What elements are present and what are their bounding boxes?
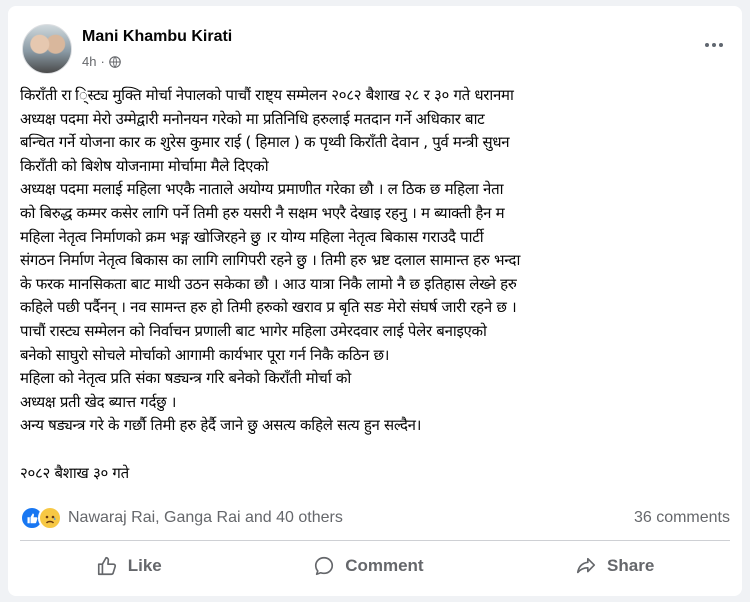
reactions-bar: Nawaraj Rai, Ganga Rai and 40 others 36 … — [20, 503, 730, 533]
post-body-line: कहिले पछी पर्दैनन् । नव सामन्त हरु हो ति… — [20, 298, 517, 317]
author-name[interactable]: Mani Khambu Kirati — [82, 28, 232, 46]
reactions-summary[interactable]: Nawaraj Rai, Ganga Rai and 40 others — [20, 506, 343, 530]
post-body-line: बन्चित गर्ने योजना कार क शुरेस कुमार राई… — [20, 133, 510, 152]
post-header: Mani Khambu Kirati 4h · — [22, 24, 728, 76]
like-label: Like — [127, 556, 162, 575]
comment-icon — [315, 556, 334, 576]
post-card: Mani Khambu Kirati 4h · किराँती रा ि्स्ट… — [8, 6, 742, 596]
comment-label: Comment — [345, 556, 424, 575]
post-body-line: किराँती को बिशेष योजनामा मोर्चामा मैले द… — [20, 156, 269, 175]
post-body-line: के फरक मानसिकता बाट माथी उठन सकेका छौ । … — [20, 274, 517, 293]
avatar[interactable] — [22, 24, 72, 74]
share-label: Share — [607, 556, 655, 575]
post-body-line: २०८२ बैशाख ३० गते — [20, 463, 129, 482]
globe-icon[interactable] — [109, 55, 121, 68]
action-divider — [20, 540, 730, 541]
post-body-line: महिला को नेतृत्व प्रति संका षड्यन्त्र गर… — [20, 369, 351, 388]
post-time[interactable]: 4h — [82, 54, 96, 69]
post-body-line: अध्यक्ष पदमा मलाई महिला भएकै नाताले अयोग… — [20, 180, 504, 199]
post-body-line: बनेको साघुरो सोचले मोर्चाको आगामी कार्यभ… — [20, 345, 390, 364]
share-icon — [576, 557, 596, 574]
post-actions: Like Comment Share — [20, 546, 730, 586]
share-button[interactable]: Share — [551, 549, 678, 583]
like-button[interactable]: Like — [72, 549, 186, 583]
post-body-line: महिला नेतृत्व निर्माणको क्रम भङ्ग खोजिरह… — [20, 227, 484, 246]
sad-icon — [38, 506, 62, 530]
post-body-line — [20, 438, 732, 462]
post-body-line: अध्यक्ष प्रती खेद ब्यात्त गर्दछु । — [20, 392, 177, 411]
more-options-icon[interactable] — [700, 34, 728, 56]
post-meta: 4h · — [82, 54, 121, 69]
post-body-line: संगठन निर्माण नेतृत्व बिकास का लागि लागि… — [20, 251, 521, 270]
comments-count[interactable]: 36 comments — [634, 509, 730, 527]
comment-button[interactable]: Comment — [289, 549, 447, 583]
reaction-names[interactable]: Nawaraj Rai, Ganga Rai and 40 others — [68, 509, 343, 527]
post-body-line: पाचौं रास्ट्य सम्मेलन को निर्वाचन प्रणाल… — [20, 321, 487, 340]
meta-separator: · — [100, 54, 105, 69]
post-body-line: अध्यक्ष पदमा मेरो उम्मेद्वारी मनोनयन गरे… — [20, 109, 485, 128]
post-body: किराँती रा ि्स्ट्य मुक्ति मोर्चा नेपालको… — [20, 84, 732, 485]
post-body-line: को बिरुद्ध कम्मर कसेर लागि पर्ने तिमी हर… — [20, 203, 505, 222]
post-body-line: किराँती रा ि्स्ट्य मुक्ति मोर्चा नेपालको… — [20, 86, 514, 104]
post-body-line: अन्य षड्यन्त्र गरे के गर्छौ तिमी हरु हेर… — [20, 416, 422, 435]
thumbs-up-icon — [97, 556, 116, 576]
